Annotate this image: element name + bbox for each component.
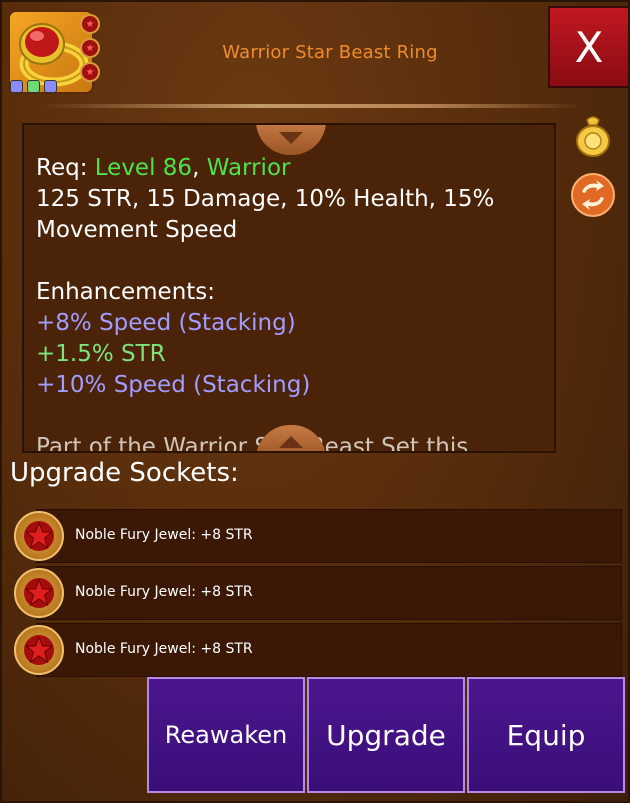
req-prefix: Req: (36, 155, 95, 181)
equip-label: Equip (506, 718, 586, 752)
socket-row[interactable]: Noble Fury Jewel: +8 STR (36, 623, 622, 677)
req-level: Level 86 (94, 155, 193, 181)
item-slot-dots (10, 80, 57, 93)
slot-dot (10, 80, 23, 93)
enhancements-title: Enhancements: (36, 279, 216, 305)
header-divider (42, 104, 582, 108)
close-label: X (574, 22, 604, 72)
swap-icon[interactable] (570, 172, 616, 218)
socket-label: Noble Fury Jewel: +8 STR (75, 527, 253, 543)
gem-pins: ★ ★ ★ (80, 14, 100, 82)
scroll-up-button[interactable] (256, 125, 326, 155)
arrow-up-icon (279, 436, 303, 448)
red-star-jewel-icon (14, 568, 64, 618)
red-star-gem-icon: ★ (80, 38, 100, 58)
upgrade-sockets-label: Upgrade Sockets: (10, 458, 239, 488)
requirement-line: Req: Level 86, Warrior (36, 153, 536, 184)
socket-row[interactable]: Noble Fury Jewel: +8 STR (36, 566, 622, 620)
red-star-gem-icon: ★ (80, 62, 100, 82)
red-star-gem-icon: ★ (80, 14, 100, 34)
socket-label: Noble Fury Jewel: +8 STR (75, 584, 253, 600)
equip-button[interactable]: Equip (467, 677, 625, 793)
enhancement-item: +1.5% STR (36, 341, 166, 367)
description-text: Req: Level 86, Warrior 125 STR, 15 Damag… (36, 153, 536, 451)
reawaken-button[interactable]: Reawaken (147, 677, 305, 793)
req-class: Warrior (206, 155, 291, 181)
close-button[interactable]: X (548, 6, 630, 88)
slot-dot (44, 80, 57, 93)
enhancement-item: +8% Speed (Stacking) (36, 310, 296, 336)
description-panel[interactable]: Req: Level 86, Warrior 125 STR, 15 Damag… (22, 123, 556, 453)
req-separator: , (192, 155, 207, 181)
red-star-jewel-icon (14, 625, 64, 675)
stats-line: 125 STR, 15 Damage, 10% Health, 15% Move… (36, 186, 495, 243)
slot-dot (27, 80, 40, 93)
enhancement-item: +10% Speed (Stacking) (36, 372, 311, 398)
coin-bag-icon[interactable] (570, 112, 616, 158)
socket-label: Noble Fury Jewel: +8 STR (75, 641, 253, 657)
upgrade-label: Upgrade (326, 718, 446, 752)
socket-row[interactable]: Noble Fury Jewel: +8 STR (36, 509, 622, 563)
arrow-down-icon (279, 132, 303, 144)
reawaken-label: Reawaken (164, 721, 288, 749)
upgrade-button[interactable]: Upgrade (307, 677, 465, 793)
item-title: Warrior Star Beast Ring (222, 42, 438, 63)
red-star-jewel-icon (14, 511, 64, 561)
